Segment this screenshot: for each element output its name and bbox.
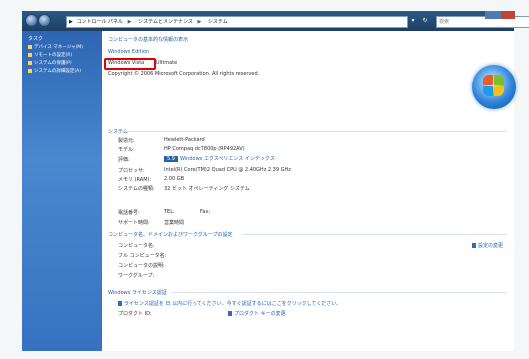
support-value: Fax: [200,209,211,215]
main-content: コンピュータの基本的な情報の表示 Windows Edition Windows… [102,31,514,351]
system-label: 評価: [118,157,130,163]
windows-flag-icon [483,75,505,97]
breadcrumb-1[interactable]: コントロール パネル [76,19,123,25]
shield-icon [472,243,476,248]
change-settings-link[interactable]: 設定の変更 [472,242,503,249]
divider [172,292,507,293]
sidebar-item-remote[interactable]: リモートの設定(R) [28,52,96,58]
system-label: メモリ (RAM): [118,177,152,183]
divider [242,234,507,235]
system-value: 32 ビット オペレーティング システム [164,186,250,192]
minimize-button[interactable] [485,11,501,19]
system-label: システムの種類: [118,186,155,192]
experience-index-link[interactable]: Windows エクスペリエンス インデックス [180,156,275,162]
sidebar-item-advanced[interactable]: システムの詳細設定(A) [28,68,96,74]
rating-value: 5.9 Windows エクスペリエンス インデックス [164,155,275,162]
computer-label: コンピュータの説明: [118,263,165,269]
windows-logo-icon [472,65,516,109]
shield-icon [28,60,32,65]
license-header: Windows ライセンス認証 [108,290,167,296]
breadcrumb-3[interactable]: システム [208,19,228,25]
window-frame: ▶ コントロール パネル ▶ システムとメンテナンス ▶ システム ▾ ↻ 検索… [0,0,529,359]
sidebar-item-protection[interactable]: システムの保護(P) [28,60,96,66]
support-label: 電話番号: [118,210,140,216]
system-label: モデル: [118,147,135,153]
computer-label: ワークグループ: [118,273,155,279]
sidebar-item-device-manager[interactable]: デバイス マネージャ(M) [28,44,96,50]
refresh-icon[interactable]: ↻ [420,16,430,26]
edition-header: Windows Edition [108,49,150,55]
computer-header: コンピュータ名、ドメインおよびワークグループの設定 [108,232,233,238]
edition-suffix: Ultimate [155,60,178,66]
divider [122,131,507,132]
system-label: 製造元: [118,138,135,144]
address-dropdown-icon[interactable]: ▾ [408,16,418,26]
system-value: 2.00 GB [164,176,185,182]
computer-label: フル コンピュータ名: [118,253,167,259]
support-value: 営業時間 [164,220,185,226]
search-placeholder: 検索 [439,19,450,25]
product-id-label: プロダクト ID: [118,311,152,317]
search-input[interactable]: 検索 [436,16,529,28]
chevron-icon: ▶ [127,19,132,25]
system-value: Intel(R) Core(TM)2 Quad CPU @ 2.40GHz 2.… [164,167,291,173]
change-product-key-link[interactable]: プロダクト キーの変更 [228,310,286,317]
system-label: プロセッサ: [118,168,145,174]
sidebar-title: タスク [28,36,44,42]
page-title: コンピュータの基本的な情報の表示 [108,37,189,43]
forward-button[interactable] [38,14,51,27]
back-button[interactable] [25,14,38,27]
system-value: Hewlett-Packard [164,137,205,143]
support-label: サポート時間: [118,220,150,226]
close-button[interactable] [501,11,515,19]
shield-icon [118,301,122,306]
computer-label: コンピュータ名: [118,243,155,249]
activation-link[interactable]: ライセンス認証を 日 以内に行ってください。今すぐ認証するにはここをクリックして… [118,300,341,307]
shield-icon [28,68,32,73]
breadcrumb-2[interactable]: システムとメンテナンス [138,19,193,25]
address-root-icon: ▶ [69,19,73,25]
shield-icon [28,44,32,49]
address-bar[interactable]: ▶ コントロール パネル ▶ システムとメンテナンス ▶ システム [66,16,408,28]
task-sidebar: タスク デバイス マネージャ(M) リモートの設定(R) システムの保護(P) … [22,31,102,351]
system-value: HP Compaq dc7800p (RP492AV) [164,146,245,152]
support-value: TEL: [164,209,175,215]
rating-badge[interactable]: 5.9 [164,156,178,162]
copyright-text: Copyright © 2006 Microsoft Corporation. … [108,71,260,77]
edition-highlight-box [104,58,156,70]
shield-icon [28,52,32,57]
shield-icon [228,311,232,316]
address-toolbar: ▶ コントロール パネル ▶ システムとメンテナンス ▶ システム ▾ ↻ 検索 [22,11,529,31]
chevron-icon: ▶ [197,19,202,25]
